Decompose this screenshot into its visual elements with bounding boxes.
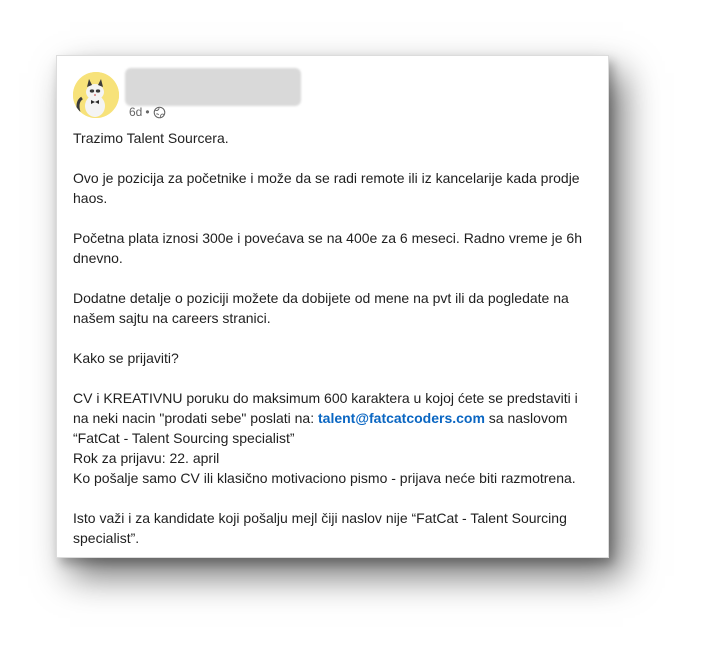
meta-separator: •: [145, 105, 150, 119]
post-paragraph: Početna plata iznosi 300e i povećava se …: [73, 230, 582, 266]
post-paragraph: Ko pošalje samo CV ili klasično motivaci…: [73, 470, 576, 486]
post-paragraph: Isto važi i za kandidate koji pošalju me…: [73, 510, 567, 546]
avatar[interactable]: [73, 72, 119, 118]
post-paragraph: Trazimo Talent Sourcera.: [73, 130, 229, 146]
email-link[interactable]: talent@fatcatcoders.com: [318, 410, 485, 426]
cat-avatar-icon: [73, 72, 119, 118]
post-body: Trazimo Talent Sourcera. Ovo je pozicija…: [73, 128, 593, 557]
globe-icon: [153, 106, 166, 119]
post-paragraph: Kako se prijaviti?: [73, 350, 179, 366]
post-paragraph: Ovo je pozicija za početnike i može da s…: [73, 170, 580, 206]
deadline-line: Rok za prijavu: 22. april: [73, 450, 220, 466]
post-age: 6d: [129, 105, 143, 119]
post-card: 6d • Trazimo Talent Sourcera. Ovo je poz…: [56, 55, 609, 558]
post-meta: 6d •: [129, 105, 166, 119]
post-paragraph: Dodatne detalje o poziciji možete da dob…: [73, 290, 569, 326]
post-paragraph: CV i KREATIVNU poruku do maksimum 600 ka…: [73, 388, 593, 448]
author-name-blurred[interactable]: [125, 68, 301, 106]
